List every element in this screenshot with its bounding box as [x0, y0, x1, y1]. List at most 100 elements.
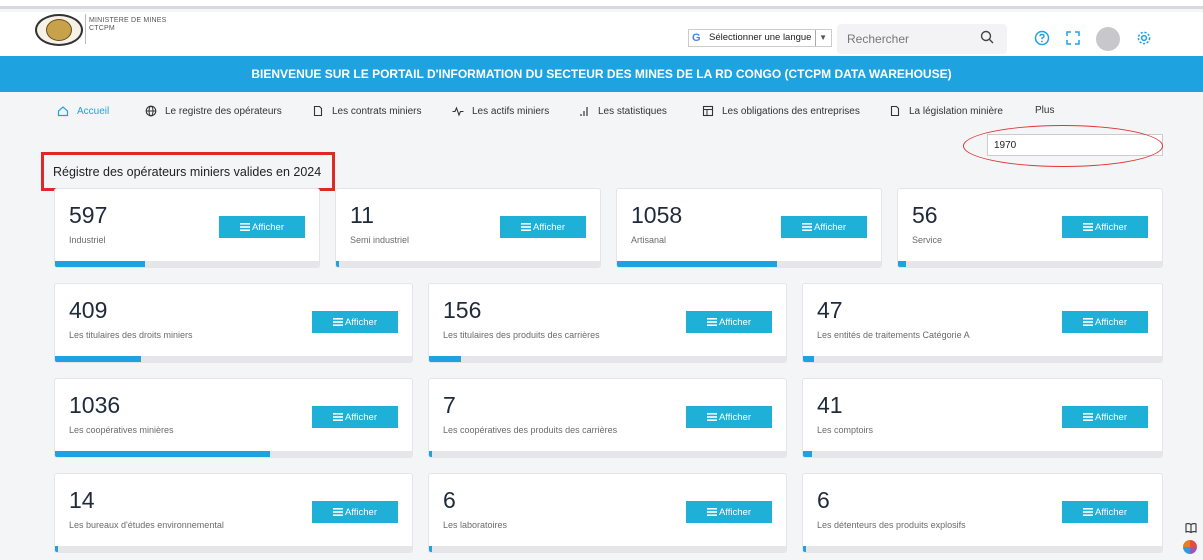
search-icon[interactable] — [980, 30, 994, 44]
list-icon — [239, 223, 250, 231]
afficher-button[interactable]: Afficher — [686, 311, 772, 333]
search-input[interactable] — [847, 30, 967, 48]
avatar[interactable] — [1096, 27, 1120, 51]
stat-card: 41 Les comptoirs Afficher — [802, 378, 1163, 458]
table-icon — [702, 105, 714, 117]
stat-value: 6 — [443, 487, 456, 513]
afficher-button[interactable]: Afficher — [312, 406, 398, 428]
nav-item-obligations[interactable]: Les obligations des entreprises — [702, 105, 860, 117]
list-icon — [706, 508, 717, 516]
stat-label: Les détenteurs des produits explosifs — [817, 520, 966, 530]
globe-icon — [145, 105, 157, 117]
nav-item-contrats[interactable]: Les contrats miniers — [312, 105, 421, 117]
book-icon[interactable] — [1185, 522, 1197, 534]
stat-label: Artisanal — [631, 235, 667, 245]
afficher-button[interactable]: Afficher — [686, 406, 772, 428]
stat-label: Semi industriel — [350, 235, 410, 245]
afficher-button[interactable]: Afficher — [1062, 501, 1148, 523]
stat-card: 7 Les coopératives des produits des carri… — [428, 378, 787, 458]
list-icon — [1082, 318, 1093, 326]
nav-label: Les obligations des entreprises — [722, 105, 860, 117]
progress-fill — [803, 546, 806, 552]
afficher-label: Afficher — [532, 221, 566, 233]
main-nav: Accueil Le registre des opérateurs Les c… — [0, 98, 1203, 126]
afficher-label: Afficher — [718, 411, 752, 423]
stat-label: Service — [912, 235, 943, 245]
afficher-button[interactable]: Afficher — [686, 501, 772, 523]
stat-value: 41 — [817, 392, 843, 418]
stat-value: 47 — [817, 297, 843, 323]
dropdown-arrow-icon: ▼ — [815, 30, 827, 46]
stat-label: Les entités de traitements Catégorie A — [817, 330, 970, 340]
google-icon: G — [692, 32, 701, 44]
highlight-ellipse — [963, 125, 1163, 167]
nav-item-legislation[interactable]: La législation minière — [889, 105, 1003, 117]
stat-value: 597 — [69, 202, 108, 228]
stat-value: 409 — [69, 297, 108, 323]
afficher-label: Afficher — [344, 506, 378, 518]
progress-fill — [429, 546, 432, 552]
stat-value: 6 — [817, 487, 830, 513]
progress-track — [803, 546, 1162, 552]
progress-fill — [55, 451, 270, 457]
ministry-logo[interactable] — [35, 14, 83, 46]
progress-track — [55, 546, 412, 552]
help-icon[interactable] — [1034, 30, 1050, 46]
stat-value: 7 — [443, 392, 456, 418]
nav-label: La législation minière — [909, 105, 1003, 117]
nav-item-plus[interactable]: Plus — [1035, 105, 1054, 116]
afficher-button[interactable]: Afficher — [500, 216, 586, 238]
progress-track — [803, 451, 1162, 457]
afficher-button[interactable]: Afficher — [781, 216, 867, 238]
stat-value: 1058 — [631, 202, 683, 228]
progress-fill — [803, 451, 812, 457]
progress-track — [803, 356, 1162, 362]
nav-item-statistiques[interactable]: Les statistiques — [578, 105, 667, 117]
top-strip — [0, 0, 1203, 9]
document-icon — [890, 105, 900, 117]
nav-item-accueil[interactable]: Accueil — [57, 105, 109, 117]
afficher-label: Afficher — [1094, 221, 1128, 233]
afficher-button[interactable]: Afficher — [312, 311, 398, 333]
welcome-banner: BIENVENUE SUR LE PORTAIL D'INFORMATION D… — [0, 56, 1203, 92]
stat-label: Les coopératives des produits des carriè… — [443, 425, 618, 435]
nav-item-registre[interactable]: Le registre des opérateurs — [145, 105, 282, 117]
fullscreen-icon[interactable] — [1065, 30, 1081, 46]
afficher-label: Afficher — [344, 316, 378, 328]
brand-line1: MINISTERE DE MINES — [89, 17, 167, 24]
list-icon — [706, 318, 717, 326]
nav-label: Accueil — [77, 105, 110, 117]
nav-item-actifs[interactable]: Les actifs miniers — [452, 105, 549, 117]
brand-text: MINISTERE DE MINES CTCPM — [89, 17, 167, 33]
nav-label: Les statistiques — [598, 105, 667, 117]
list-icon — [332, 413, 343, 421]
nav-label: Plus — [1035, 105, 1055, 116]
brand-line2: CTCPM — [89, 25, 115, 32]
list-icon — [520, 223, 531, 231]
language-selector-label: Sélectionner une langue — [709, 32, 812, 43]
stat-card: 409 Les titulaires des droits miniers Affi… — [54, 283, 413, 363]
progress-fill — [898, 261, 906, 267]
progress-fill — [429, 356, 461, 362]
progress-fill — [803, 356, 814, 362]
progress-fill — [55, 261, 145, 267]
afficher-button[interactable]: Afficher — [1062, 216, 1148, 238]
stat-label: Industriel — [69, 235, 106, 245]
progress-fill — [429, 451, 432, 457]
language-selector[interactable]: G Sélectionner une langue ▼ — [688, 29, 832, 47]
afficher-button[interactable]: Afficher — [1062, 311, 1148, 333]
afficher-button[interactable]: Afficher — [219, 216, 305, 238]
extension-icon[interactable] — [1183, 540, 1197, 554]
progress-track — [429, 451, 786, 457]
afficher-button[interactable]: Afficher — [1062, 406, 1148, 428]
stat-card: 1036 Les coopératives minières Afficher — [54, 378, 413, 458]
progress-track — [898, 261, 1162, 267]
list-icon — [801, 223, 812, 231]
stat-label: Les bureaux d'études environnemental — [69, 520, 224, 530]
pulse-icon — [452, 106, 464, 117]
stat-value: 156 — [443, 297, 482, 323]
gear-icon[interactable] — [1136, 30, 1152, 46]
progress-fill — [55, 356, 141, 362]
afficher-button[interactable]: Afficher — [312, 501, 398, 523]
afficher-label: Afficher — [1094, 411, 1128, 423]
